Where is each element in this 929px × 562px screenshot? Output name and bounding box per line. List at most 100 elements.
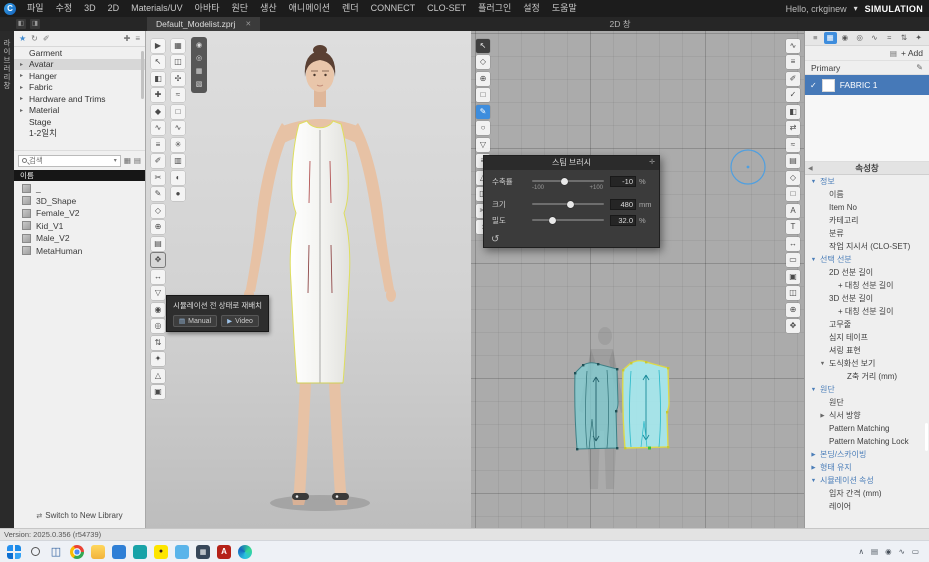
library-item[interactable]: Female_V2 (14, 207, 145, 220)
fabric-texture-icon[interactable]: ▤ (151, 237, 165, 251)
library-tree-item[interactable]: ▸Fabric (14, 82, 145, 94)
uv-map-icon[interactable]: ◫ (171, 55, 185, 69)
library-tree-item[interactable]: Stage (14, 116, 145, 128)
circle-pattern-icon[interactable]: ○ (476, 121, 490, 135)
tree-toggle-icon[interactable]: ▶ (810, 465, 817, 471)
grading-2d-icon[interactable]: ▣ (786, 270, 800, 284)
rectangle-pattern-icon[interactable]: □ (476, 88, 490, 102)
menu-item-14[interactable]: 도움말 (546, 0, 583, 17)
tree-toggle-icon[interactable]: ▶ (819, 413, 826, 419)
slider-handle[interactable] (567, 201, 574, 208)
tree-toggle-icon[interactable]: ▼ (810, 478, 817, 484)
menu-item-9[interactable]: 렌더 (336, 0, 365, 17)
list-view-icon[interactable]: ▤ (134, 156, 141, 165)
tree-toggle-icon[interactable]: ▼ (810, 257, 817, 263)
slider-handle[interactable] (561, 178, 568, 185)
library-item[interactable]: Male_V2 (14, 232, 145, 245)
tree-toggle-icon[interactable]: ▼ (819, 361, 826, 367)
polygon-pattern-icon[interactable]: ✎ (476, 105, 490, 119)
photos-app-icon[interactable] (112, 545, 126, 559)
edit-sewing-icon[interactable]: ✓ (786, 88, 800, 102)
sound-tray-icon[interactable]: ◉ (885, 547, 892, 556)
pattern-piece-back[interactable] (574, 363, 618, 451)
smooth-icon[interactable]: ≈ (171, 88, 185, 102)
grade-icon[interactable]: ▣ (151, 385, 165, 399)
trim-tab-icon[interactable]: ✦ (912, 32, 925, 44)
property-row[interactable]: ▼정보 (805, 175, 929, 188)
outline-icon[interactable]: □ (171, 105, 185, 119)
print-area-icon[interactable]: ◫ (786, 286, 800, 300)
menu-item-8[interactable]: 애니메이션 (283, 0, 336, 17)
topstitch-tab-icon[interactable]: ∿ (868, 32, 881, 44)
task-view-button[interactable]: ◫ (49, 545, 63, 559)
network-tray-icon[interactable]: ∿ (899, 547, 905, 556)
fabric-tab-icon[interactable]: ▦ (824, 32, 837, 44)
scissors-icon[interactable]: ✂ (151, 171, 165, 185)
buttonhole-tab-icon[interactable]: ◎ (853, 32, 866, 44)
pattern-piece-front-selected[interactable] (622, 361, 669, 450)
slider-value-field[interactable]: 32.0 (610, 215, 636, 226)
library-tree-item[interactable]: Garment (14, 47, 145, 59)
free-sewing-2d-icon[interactable]: ✐ (786, 72, 800, 86)
search-input[interactable] (29, 156, 112, 165)
calculator-icon[interactable]: ▦ (196, 545, 210, 559)
property-row[interactable]: ▼시뮬레이션 속성 (805, 474, 929, 487)
search-button[interactable] (28, 545, 42, 559)
tree-toggle-icon[interactable]: ▼ (810, 179, 817, 185)
fold-arrangement-icon[interactable]: ◧ (786, 105, 800, 119)
segment-sewing-2d-icon[interactable]: ≡ (786, 55, 800, 69)
sewing-2d-icon[interactable]: ∿ (786, 39, 800, 53)
hidden-icons-chevron[interactable]: ∧ (858, 547, 864, 556)
menu-item-7[interactable]: 생산 (254, 0, 283, 17)
library-tree-item[interactable]: ▸Hanger (14, 70, 145, 82)
simulate-icon[interactable]: ▶ (151, 39, 165, 53)
pin-icon[interactable]: ✚ (151, 88, 165, 102)
select-mesh-icon[interactable]: ◧ (151, 72, 165, 86)
menu-item-4[interactable]: Materials/UV (125, 0, 189, 17)
fold-icon[interactable]: △ (151, 369, 165, 383)
button-icon[interactable]: ◉ (151, 303, 165, 317)
menu-item-1[interactable]: 수정 (50, 0, 79, 17)
shirring-icon[interactable]: ≈ (786, 138, 800, 152)
show-garment-icon[interactable]: ◎ (194, 53, 205, 64)
edit-point-icon[interactable]: ◇ (476, 55, 490, 69)
property-row[interactable]: 고무줄 (805, 318, 929, 331)
property-row[interactable]: 2D 선분 길이 (805, 266, 929, 279)
start-button[interactable] (7, 545, 21, 559)
baseline-icon[interactable]: □ (786, 187, 800, 201)
dock-right-icon[interactable]: ◨ (30, 19, 40, 29)
fabric-list-item[interactable]: ✓ FABRIC 1 (805, 75, 929, 95)
slider-handle[interactable] (549, 217, 556, 224)
property-row[interactable]: 입자 간격 (mm) (805, 487, 929, 500)
manual-button[interactable]: ▤Manual (173, 315, 217, 327)
property-row[interactable]: 분류 (805, 227, 929, 240)
2d-pattern-canvas[interactable] (471, 31, 804, 528)
property-row[interactable]: + 대칭 선분 길이 (805, 279, 929, 292)
add-point-2d-icon[interactable]: ⊕ (476, 72, 490, 86)
transform-pattern-icon[interactable]: ↖ (476, 39, 490, 53)
trim-icon[interactable]: ✦ (151, 352, 165, 366)
kakaotalk-icon[interactable]: ● (154, 545, 168, 559)
menu-item-0[interactable]: 파일 (21, 0, 50, 17)
clo-logo-icon[interactable]: C (4, 3, 16, 15)
library-tree-item[interactable]: ▸Avatar (14, 59, 145, 71)
property-row[interactable]: 카테고리 (805, 214, 929, 227)
show-avatar-icon[interactable]: ◉ (194, 40, 205, 51)
flatten-icon[interactable]: ▽ (151, 286, 165, 300)
slider-track[interactable] (532, 180, 604, 182)
free-sewing-icon[interactable]: ✐ (151, 154, 165, 168)
add-point-icon[interactable]: ⊕ (151, 220, 165, 234)
library-item[interactable]: Kid_V1 (14, 220, 145, 233)
dock-left-icon[interactable]: ◧ (16, 19, 26, 29)
pin-dialog-icon[interactable]: ✛ (649, 156, 655, 170)
library-tree-item[interactable]: ▸Material (14, 105, 145, 117)
library-menu-icon[interactable]: ≡ (135, 34, 140, 43)
edit-pencil-icon[interactable]: ✎ (916, 63, 923, 72)
undo-icon[interactable]: ↺ (491, 234, 499, 245)
acrobat-icon[interactable]: A (217, 545, 231, 559)
measure-icon[interactable]: ↔ (151, 270, 165, 284)
annotation-icon[interactable]: T (786, 220, 800, 234)
property-row[interactable]: 이름 (805, 188, 929, 201)
edge-icon[interactable] (238, 545, 252, 559)
measure-2d-icon[interactable]: ↔ (786, 237, 800, 251)
